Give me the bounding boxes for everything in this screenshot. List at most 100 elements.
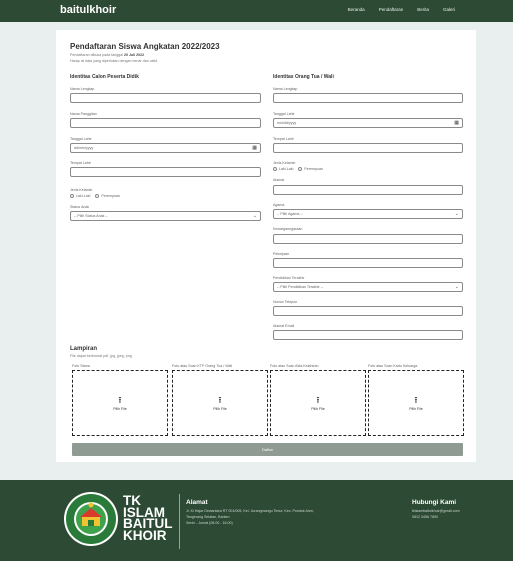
parent-nationality-input[interactable] — [273, 234, 463, 244]
parent-email-label: Alamat Email — [273, 324, 295, 328]
brand-logo[interactable]: baitulkhoir — [60, 4, 116, 16]
radio-icon — [273, 167, 277, 171]
upload-dropzone-ktp[interactable]: ⭱ Pilih File — [172, 370, 268, 436]
student-status-select[interactable]: -- Pilih Status Anak -- ⌄ — [70, 211, 261, 221]
parent-phone-input[interactable] — [273, 306, 463, 316]
radio-label: Laki-Laki — [279, 167, 294, 171]
chevron-down-icon: ⌄ — [252, 213, 257, 219]
student-status-label: Status Anak — [70, 205, 90, 209]
parent-job-input[interactable] — [273, 258, 463, 268]
parent-phone-label: Nomor Telepon — [273, 300, 298, 304]
upload-icon: ⭱ — [218, 394, 222, 405]
contact-email[interactable]: tkislambaitulkhoir@gmail.com — [412, 509, 460, 513]
parent-gender-radio-group: Laki-Laki Perempuan — [273, 167, 323, 171]
attachment-label-student-photo: Foto Siswa — [72, 364, 90, 368]
calendar-icon[interactable]: ▦ — [454, 119, 459, 127]
radio-icon — [70, 194, 74, 198]
choose-file-button[interactable]: Pilih File — [213, 407, 227, 411]
contact-phone[interactable]: 0812 3456 7890 — [412, 515, 438, 519]
parent-birthdate-input[interactable]: mm/dd/yyyy ▦ — [273, 118, 463, 128]
student-birthplace-label: Tempat Lahir — [70, 161, 91, 165]
student-gender-label: Jenis Kelamin — [70, 188, 93, 192]
radio-icon — [298, 167, 303, 171]
student-name-input[interactable] — [70, 93, 261, 103]
student-gender-male-radio[interactable]: Laki-Laki — [70, 194, 90, 198]
page-subtitle-2: Harap isi data yang diperlukan dengan be… — [70, 59, 159, 63]
upload-icon: ⭱ — [316, 394, 320, 405]
choose-file-button[interactable]: Pilih File — [113, 407, 127, 411]
parent-address-input[interactable] — [273, 185, 463, 195]
subtitle-date: 20 Juli 2022 — [123, 53, 145, 57]
opening-hours: Senin - Jumat (08.00 - 16.00) — [186, 521, 233, 525]
parent-name-input[interactable] — [273, 93, 463, 103]
school-name-line: KHOIR — [123, 527, 167, 543]
parent-education-select[interactable]: -- Pilih Pendidikan Terakhir -- ⌄ — [273, 282, 463, 292]
address-line: Tangerang Selatan, Banten — [186, 515, 230, 519]
student-birthdate-label: Tanggal Lahir — [70, 137, 92, 141]
upload-icon: ⭱ — [414, 394, 418, 405]
navbar: baitulkhoir Beranda Pendaftaran Berita G… — [0, 0, 513, 22]
parent-education-label: Pendidikan Terakhir — [273, 276, 305, 280]
upload-dropzone-student-photo[interactable]: ⭱ Pilih File — [72, 370, 168, 436]
attachment-label-family-card: Foto atau Scan Kartu Keluarga — [368, 364, 418, 368]
student-birthdate-placeholder: dd/mm/yyyy — [74, 146, 94, 150]
student-birthdate-input[interactable]: dd/mm/yyyy ▦ — [70, 143, 261, 153]
student-nickname-input[interactable] — [70, 118, 261, 128]
parent-birthdate-label: Tanggal Lahir — [273, 112, 295, 116]
upload-dropzone-family-card[interactable]: ⭱ Pilih File — [368, 370, 464, 436]
attachment-label-birth-cert: Foto atau Scan Akta Kelahiran — [270, 364, 319, 368]
school-logo — [64, 492, 118, 546]
parent-education-placeholder: -- Pilih Pendidikan Terakhir -- — [277, 285, 324, 289]
student-nickname-label: Nama Panggilan — [70, 112, 97, 116]
nav-links: Beranda Pendaftaran Berita Galeri — [348, 7, 455, 12]
chevron-down-icon: ⌄ — [454, 211, 459, 217]
nav-link-galeri[interactable]: Galeri — [443, 7, 455, 12]
nav-link-beranda[interactable]: Beranda — [348, 7, 365, 12]
parent-gender-label: Jenis Kelamin — [273, 161, 296, 165]
parent-address-label: Alamat — [273, 178, 285, 182]
parent-religion-label: Agama — [273, 203, 285, 207]
upload-dropzone-birth-cert[interactable]: ⭱ Pilih File — [270, 370, 366, 436]
subtitle-text: Pendaftaran dibuka pada tanggal — [70, 53, 124, 57]
student-birthplace-input[interactable] — [70, 167, 261, 177]
page-subtitle: Pendaftaran dibuka pada tanggal 20 Juli … — [70, 53, 144, 57]
address-title: Alamat — [186, 499, 208, 506]
nav-link-berita[interactable]: Berita — [417, 7, 429, 12]
parent-gender-female-radio[interactable]: Perempuan — [298, 167, 323, 171]
school-name: TK ISLAM BAITUL KHOIR — [123, 494, 173, 543]
parent-section-title: Identitas Orang Tua / Wali — [273, 74, 334, 80]
student-gender-female-radio[interactable]: Perempuan — [95, 194, 120, 198]
student-status-placeholder: -- Pilih Status Anak -- — [74, 214, 108, 218]
parent-religion-placeholder: -- Pilih Agama -- — [277, 212, 303, 216]
parent-birthplace-label: Tempat Lahir — [273, 137, 294, 141]
submit-button[interactable]: Daftar — [72, 443, 463, 456]
nav-link-pendaftaran[interactable]: Pendaftaran — [379, 7, 404, 12]
page-title: Pendaftaran Siswa Angkatan 2022/2023 — [70, 42, 220, 51]
chevron-down-icon: ⌄ — [454, 284, 459, 290]
registration-card: Pendaftaran Siswa Angkatan 2022/2023 Pen… — [56, 30, 476, 462]
attachments-subtitle: File dapat berformat pdf, jpg, jpeg, png — [70, 354, 132, 358]
calendar-icon[interactable]: ▦ — [252, 144, 257, 152]
parent-birthplace-input[interactable] — [273, 143, 463, 153]
radio-label: Perempuan — [101, 194, 120, 198]
footer: TK ISLAM BAITUL KHOIR Alamat Jl. Ki Haja… — [0, 480, 513, 561]
contact-title: Hubungi Kami — [412, 499, 457, 506]
choose-file-button[interactable]: Pilih File — [311, 407, 325, 411]
parent-job-label: Pekerjaan — [273, 252, 290, 256]
student-gender-radio-group: Laki-Laki Perempuan — [70, 194, 120, 198]
attachments-title: Lampiran — [70, 346, 98, 352]
choose-file-button[interactable]: Pilih File — [409, 407, 423, 411]
upload-icon: ⭱ — [118, 394, 122, 405]
parent-nationality-label: Kewarganegaraan — [273, 227, 303, 231]
parent-birthdate-placeholder: mm/dd/yyyy — [277, 121, 297, 125]
radio-label: Laki-Laki — [76, 194, 91, 198]
student-name-label: Nama Lengkap — [70, 87, 95, 91]
student-section-title: Identitas Calon Peserta Didik — [70, 74, 139, 80]
attachment-label-ktp: Foto atau Scan KTP Orang Tua / Wali — [172, 364, 233, 368]
radio-label: Perempuan — [304, 167, 323, 171]
parent-gender-male-radio[interactable]: Laki-Laki — [273, 167, 293, 171]
parent-email-input[interactable] — [273, 330, 463, 340]
parent-name-label: Nama Lengkap — [273, 87, 298, 91]
footer-divider — [179, 494, 180, 549]
parent-religion-select[interactable]: -- Pilih Agama -- ⌄ — [273, 209, 463, 219]
